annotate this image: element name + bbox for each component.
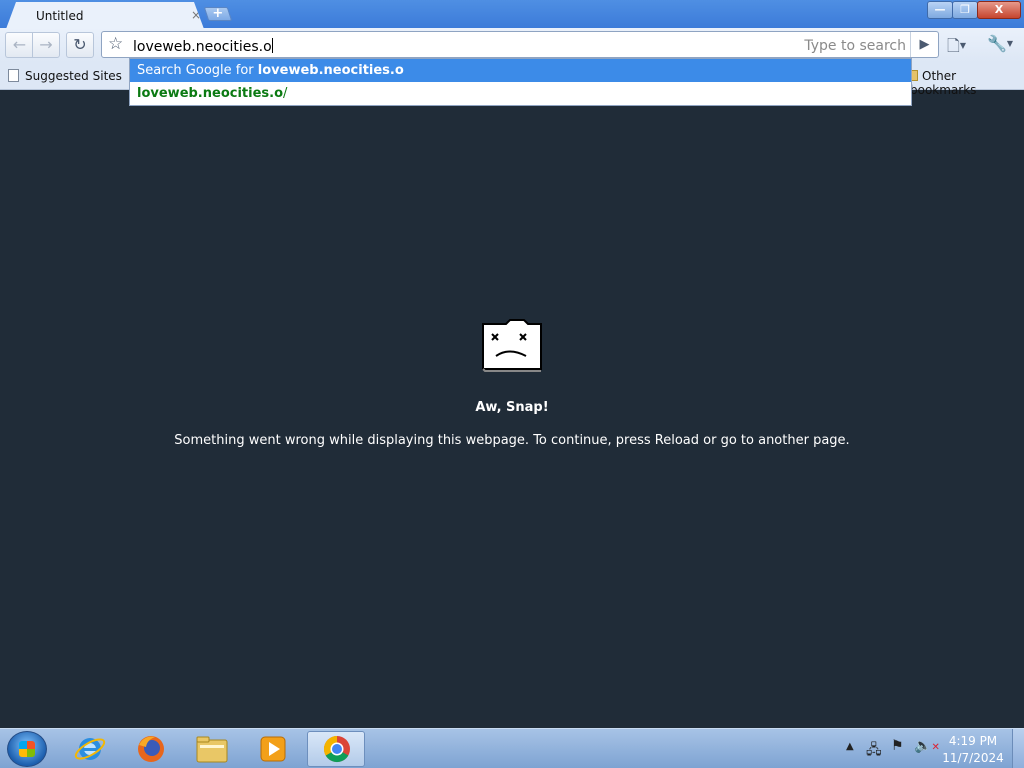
- suggestion-url[interactable]: loveweb.neocities.o/: [130, 82, 911, 105]
- reload-button[interactable]: ↻: [66, 32, 94, 58]
- other-bookmarks-button[interactable]: Other bookmarks: [910, 69, 1024, 97]
- text-caret: [271, 38, 273, 53]
- wrench-icon: 🔧: [987, 34, 1007, 53]
- new-tab-button[interactable]: +: [203, 6, 233, 21]
- autocomplete-dropdown: Search Google for loveweb.neocities.o lo…: [129, 58, 912, 106]
- close-window-button[interactable]: X: [977, 1, 1021, 19]
- tab-title: Untitled: [36, 9, 84, 23]
- firefox-icon[interactable]: [122, 731, 180, 767]
- clock-date[interactable]: 11/7/2024: [938, 751, 1008, 765]
- maximize-button[interactable]: ❐: [952, 1, 978, 19]
- address-input[interactable]: loveweb.neocities.o: [133, 38, 273, 55]
- action-center-flag-icon[interactable]: ⚑: [891, 738, 904, 754]
- suggestion-query: loveweb.neocities.o: [257, 63, 404, 78]
- plus-icon: +: [212, 6, 224, 21]
- tab-close-icon[interactable]: ×: [191, 9, 201, 21]
- page-menu-button[interactable]: 🗋▼: [947, 35, 966, 62]
- minimize-button[interactable]: —: [927, 1, 953, 19]
- title-bar: Untitled × + — ❐ X: [0, 0, 1024, 29]
- search-hint: Type to search: [804, 38, 906, 54]
- windows-explorer-icon[interactable]: [183, 731, 241, 767]
- bookmark-label: Other bookmarks: [910, 69, 977, 97]
- page-icon: [8, 69, 19, 82]
- suggestion-url-host: loveweb.neocities.o: [137, 86, 284, 101]
- browser-toolbar: ← → ↻ ☆ loveweb.neocities.o Type to sear…: [0, 28, 1024, 62]
- address-value: loveweb.neocities.o: [133, 39, 272, 55]
- forward-button[interactable]: →: [32, 32, 60, 58]
- address-bar[interactable]: ☆ loveweb.neocities.o Type to search ▶: [101, 31, 939, 58]
- suggestion-search-google[interactable]: Search Google for loveweb.neocities.o: [130, 59, 911, 82]
- show-hidden-icons-button[interactable]: ▲: [846, 741, 854, 752]
- crash-title: Aw, Snap!: [475, 400, 549, 415]
- chrome-taskbar-button[interactable]: [307, 731, 365, 767]
- volume-muted-icon[interactable]: 🔈✕: [914, 738, 940, 754]
- show-desktop-button[interactable]: [1012, 729, 1024, 768]
- wrench-menu-button[interactable]: 🔧▼: [987, 34, 1013, 53]
- start-button[interactable]: [7, 731, 47, 767]
- suggestion-prefix: Search Google for: [137, 63, 258, 78]
- bookmark-label: Suggested Sites: [25, 69, 122, 83]
- go-icon[interactable]: ▶: [910, 32, 938, 57]
- taskbar: ▲ 🖧 ⚑ 🔈✕ 4:19 PM 11/7/2024: [0, 728, 1024, 768]
- windows-logo-icon: [19, 741, 35, 757]
- chevron-down-icon: ▼: [1006, 39, 1014, 48]
- crash-message: Something went wrong while displaying th…: [174, 433, 850, 448]
- chrome-icon: [323, 735, 350, 763]
- sad-folder-icon: [482, 319, 542, 372]
- tab-untitled[interactable]: Untitled ×: [6, 2, 204, 29]
- bookmark-suggested-sites[interactable]: Suggested Sites: [8, 69, 122, 83]
- back-button[interactable]: ←: [5, 32, 33, 58]
- chevron-down-icon: ▼: [959, 41, 967, 50]
- clock-time[interactable]: 4:19 PM: [938, 734, 1008, 748]
- bookmark-star-icon[interactable]: ☆: [108, 34, 123, 54]
- page-icon: 🗋: [947, 36, 960, 55]
- suggestion-url-path: /: [283, 86, 288, 101]
- network-icon[interactable]: 🖧: [866, 739, 882, 763]
- windows-media-player-icon[interactable]: [244, 731, 302, 767]
- internet-explorer-icon[interactable]: [61, 731, 119, 767]
